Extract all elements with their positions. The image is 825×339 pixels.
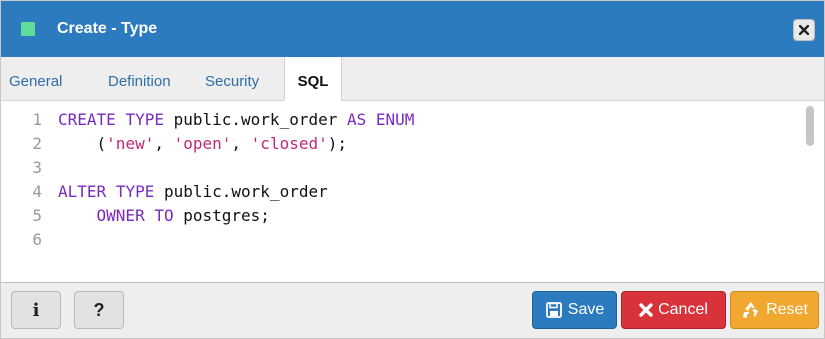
cancel-button[interactable]: Cancel [621, 291, 726, 329]
type-icon [21, 22, 35, 36]
code-line: ('new', 'open', 'closed'); [58, 134, 347, 153]
line-number-gutter: 1 2 3 4 5 6 [10, 106, 46, 278]
code-line: ALTER TYPE public.work_order [58, 182, 328, 201]
line-number: 4 [32, 182, 42, 201]
title-bar[interactable]: Create - Type [1, 1, 824, 57]
vertical-scrollbar[interactable] [806, 106, 814, 146]
line-number: 1 [32, 110, 42, 129]
tab-security[interactable]: Security [205, 57, 259, 101]
tab-definition[interactable]: Definition [108, 57, 171, 101]
info-label: i [32, 299, 40, 321]
dialog-title: Create - Type [57, 20, 158, 37]
close-button[interactable] [793, 19, 815, 41]
reset-label: Reset [766, 301, 808, 318]
line-number: 5 [32, 206, 42, 225]
line-number: 2 [32, 134, 42, 153]
save-label: Save [567, 301, 605, 318]
help-label: ? [93, 299, 105, 320]
dialog-footer: i ? Save Cancel Reset [1, 282, 824, 338]
cancel-label: Cancel [658, 301, 708, 318]
code-line: CREATE TYPE public.work_order AS ENUM [58, 110, 415, 129]
line-number: 6 [32, 230, 42, 249]
sql-editor[interactable]: 1 2 3 4 5 6 CREATE TYPE public.work_orde… [10, 106, 814, 278]
line-number: 3 [32, 158, 42, 177]
code-line: OWNER TO postgres; [96, 206, 270, 225]
help-button[interactable]: ? [74, 291, 124, 329]
create-type-dialog: Create - Type General Definition Securit… [0, 0, 825, 339]
info-button[interactable]: i [11, 291, 61, 329]
close-icon [799, 25, 809, 35]
save-button[interactable]: Save [532, 291, 617, 329]
save-icon [545, 302, 562, 318]
tab-general[interactable]: General [9, 57, 62, 101]
recycle-icon [743, 302, 759, 318]
cancel-icon [639, 303, 653, 317]
reset-button[interactable]: Reset [730, 291, 819, 329]
tab-sql[interactable]: SQL [284, 57, 342, 101]
tab-bar: General Definition Security SQL [1, 57, 824, 101]
